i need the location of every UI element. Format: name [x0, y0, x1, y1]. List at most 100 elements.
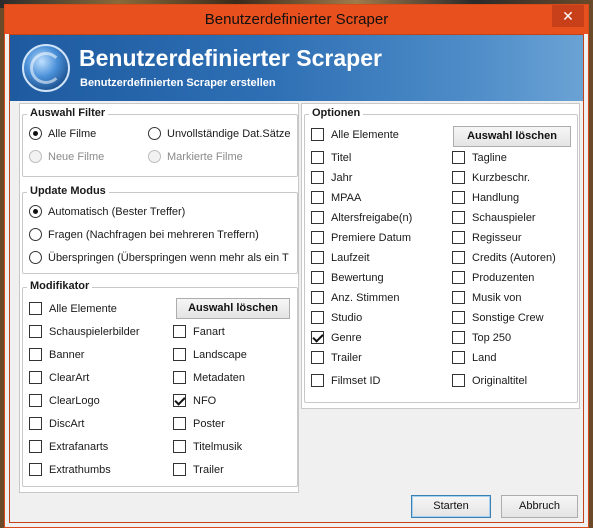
checkbox[interactable]	[173, 371, 186, 384]
optionen-item[interactable]: Tagline	[452, 151, 507, 164]
optionen-item[interactable]: Filmset ID	[311, 374, 381, 387]
checkbox[interactable]	[311, 271, 324, 284]
checkbox[interactable]	[452, 211, 465, 224]
update-option-ueberspringen[interactable]: Überspringen (Überspringen wenn mehr als…	[29, 251, 297, 264]
checkbox[interactable]	[29, 394, 42, 407]
optionen-item[interactable]: Handlung	[452, 191, 519, 204]
optionen-clear-button[interactable]: Auswahl löschen	[453, 126, 571, 147]
checkbox[interactable]	[311, 211, 324, 224]
optionen-item[interactable]: Schauspieler	[452, 211, 536, 224]
checkbox[interactable]	[452, 331, 465, 344]
checkbox-label: Alle Elemente	[331, 128, 399, 141]
modifikator-item[interactable]: DiscArt	[29, 417, 84, 430]
checkbox[interactable]	[311, 311, 324, 324]
optionen-item[interactable]: Titel	[311, 151, 351, 164]
optionen-item[interactable]: Laufzeit	[311, 251, 370, 264]
optionen-item[interactable]: Jahr	[311, 171, 352, 184]
checkbox[interactable]	[311, 231, 324, 244]
filter-option-unvollstaendige[interactable]: Unvollständige Dat.Sätze	[148, 127, 298, 140]
checkbox[interactable]	[173, 417, 186, 430]
checkbox[interactable]	[452, 251, 465, 264]
modifikator-item[interactable]: Titelmusik	[173, 440, 242, 453]
optionen-item[interactable]: Produzenten	[452, 271, 534, 284]
checkbox[interactable]	[452, 171, 465, 184]
scraper-globe-icon	[22, 44, 70, 92]
checkbox[interactable]	[29, 371, 42, 384]
modifikator-clear-button[interactable]: Auswahl löschen	[176, 298, 290, 319]
checkbox[interactable]	[173, 440, 186, 453]
optionen-item[interactable]: Studio	[311, 311, 362, 324]
checkbox-label: Jahr	[331, 171, 353, 184]
optionen-item[interactable]: MPAA	[311, 191, 361, 204]
optionen-item[interactable]: Kurzbeschr.	[452, 171, 530, 184]
checkbox[interactable]	[311, 291, 324, 304]
modifikator-item[interactable]: Trailer	[173, 463, 224, 476]
close-button[interactable]: ✕	[552, 5, 584, 27]
modifikator-item[interactable]: NFO	[173, 394, 216, 407]
checkbox[interactable]	[29, 440, 42, 453]
checkbox[interactable]	[311, 374, 324, 387]
optionen-item[interactable]: Musik von	[452, 291, 522, 304]
modifikator-item[interactable]: Fanart	[173, 325, 225, 338]
update-option-label: Automatisch (Bester Treffer)	[48, 205, 186, 218]
radio-unvollstaendige[interactable]	[148, 127, 161, 140]
checkbox[interactable]	[452, 374, 465, 387]
modifikator-item[interactable]: Banner	[29, 348, 84, 361]
checkbox[interactable]	[311, 128, 324, 141]
optionen-item[interactable]: Anz. Stimmen	[311, 291, 399, 304]
checkbox-checked[interactable]	[173, 394, 186, 407]
modifikator-item[interactable]: Metadaten	[173, 371, 245, 384]
modifikator-item[interactable]: Extrathumbs	[29, 463, 111, 476]
modifikator-item[interactable]: ClearLogo	[29, 394, 100, 407]
checkbox[interactable]	[173, 348, 186, 361]
optionen-item[interactable]: Bewertung	[311, 271, 384, 284]
modifikator-item[interactable]: Landscape	[173, 348, 247, 361]
checkbox[interactable]	[452, 291, 465, 304]
radio-fragen[interactable]	[29, 228, 42, 241]
optionen-item[interactable]: Originaltitel	[452, 374, 527, 387]
modifikator-select-all[interactable]: Alle Elemente	[29, 302, 117, 315]
modifikator-item[interactable]: Schauspielerbilder	[29, 325, 140, 338]
optionen-item[interactable]: Altersfreigabe(n)	[311, 211, 412, 224]
checkbox[interactable]	[29, 302, 42, 315]
optionen-item[interactable]: Trailer	[311, 351, 362, 364]
optionen-select-all[interactable]: Alle Elemente	[311, 128, 399, 141]
checkbox[interactable]	[311, 351, 324, 364]
checkbox[interactable]	[452, 191, 465, 204]
start-button[interactable]: Starten	[411, 495, 491, 518]
checkbox[interactable]	[311, 171, 324, 184]
update-option-fragen[interactable]: Fragen (Nachfragen bei mehreren Treffern…	[29, 228, 259, 241]
checkbox[interactable]	[311, 251, 324, 264]
modifikator-item[interactable]: Extrafanarts	[29, 440, 108, 453]
modifikator-item[interactable]: ClearArt	[29, 371, 89, 384]
optionen-item[interactable]: Sonstige Crew	[452, 311, 544, 324]
checkbox[interactable]	[29, 463, 42, 476]
cancel-button[interactable]: Abbruch	[501, 495, 578, 518]
checkbox[interactable]	[452, 351, 465, 364]
checkbox[interactable]	[29, 417, 42, 430]
checkbox-checked[interactable]	[311, 331, 324, 344]
checkbox[interactable]	[173, 463, 186, 476]
radio-automatisch[interactable]	[29, 205, 42, 218]
optionen-item[interactable]: Land	[452, 351, 496, 364]
optionen-item[interactable]: Top 250	[452, 331, 511, 344]
filter-option-alle-filme[interactable]: Alle Filme	[29, 127, 96, 140]
optionen-item[interactable]: Regisseur	[452, 231, 522, 244]
modifikator-item[interactable]: Poster	[173, 417, 225, 430]
checkbox[interactable]	[452, 151, 465, 164]
radio-ueberspringen[interactable]	[29, 251, 42, 264]
optionen-item[interactable]: Premiere Datum	[311, 231, 411, 244]
checkbox[interactable]	[452, 231, 465, 244]
checkbox[interactable]	[311, 191, 324, 204]
title-bar[interactable]: Benutzerdefinierter Scraper ✕	[5, 5, 588, 34]
checkbox[interactable]	[452, 271, 465, 284]
optionen-item[interactable]: Genre	[311, 331, 362, 344]
checkbox[interactable]	[29, 348, 42, 361]
optionen-item[interactable]: Credits (Autoren)	[452, 251, 556, 264]
update-option-automatisch[interactable]: Automatisch (Bester Treffer)	[29, 205, 185, 218]
checkbox[interactable]	[311, 151, 324, 164]
checkbox[interactable]	[173, 325, 186, 338]
checkbox[interactable]	[452, 311, 465, 324]
radio-alle-filme[interactable]	[29, 127, 42, 140]
checkbox[interactable]	[29, 325, 42, 338]
